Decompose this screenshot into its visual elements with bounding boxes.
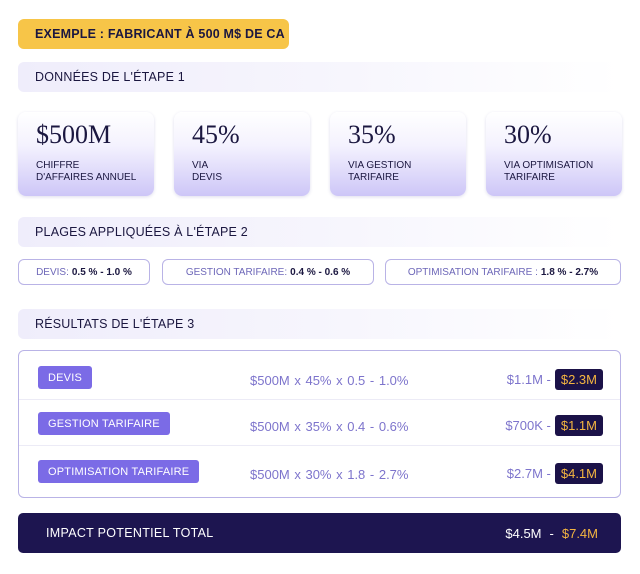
range-pill-devis: DEVIS: 0.5 % - 1.0 % (18, 259, 150, 285)
stat-card-devis: 45% VIA DEVIS (174, 112, 310, 196)
range-value: 1.8 % - 2.7% (540, 266, 599, 278)
total-impact-bar: IMPACT POTENTIEL TOTAL $4.5M - $7.4M (18, 513, 621, 553)
total-label: IMPACT POTENTIEL TOTAL (46, 526, 214, 540)
result-row: GESTION TARIFAIRE $500M x 35% x 0.4 - 0.… (19, 400, 620, 446)
stat-value: 45% (192, 120, 240, 149)
stat-value: $500M (36, 120, 112, 149)
result-high: $1.1M (554, 415, 603, 436)
step2-header: PLAGES APPLIQUÉES À L'ÉTAPE 2 (18, 217, 621, 247)
result-formula: $500M x 35% x 0.4 - 0.6% (250, 419, 409, 434)
result-tag: GESTION TARIFAIRE (38, 412, 170, 435)
example-badge: EXEMPLE : FABRICANT À 500 M$ DE CA (18, 19, 289, 49)
result-tag: DEVIS (38, 366, 93, 389)
total-high: $7.4M (561, 525, 598, 541)
total-dash: - (549, 525, 554, 541)
range-label: GESTION TARIFAIRE: (185, 266, 288, 278)
result-low: $2.7M - (506, 466, 551, 481)
result-formula: $500M x 45% x 0.5 - 1.0% (250, 373, 409, 388)
stat-caption: VIA GESTION TARIFAIRE (348, 160, 412, 183)
result-row: DEVIS $500M x 45% x 0.5 - 1.0% $1.1M - $… (19, 354, 620, 400)
result-row: OPTIMISATION TARIFAIRE $500M x 30% x 1.8… (19, 448, 620, 494)
result-range: $700K - $1.1M (505, 415, 603, 436)
result-range: $1.1M - $2.3M (507, 369, 603, 390)
total-values: $4.5M - $7.4M (505, 526, 598, 541)
stat-value: 35% (348, 120, 396, 149)
step1-header: DONNÉES DE L'ÉTAPE 1 (18, 62, 621, 92)
total-low: $4.5M (505, 525, 542, 541)
range-label: DEVIS: (36, 266, 69, 278)
results-table: DEVIS $500M x 45% x 0.5 - 1.0% $1.1M - $… (18, 350, 621, 498)
stat-caption: VIA OPTIMISATION TARIFAIRE (504, 160, 594, 183)
range-value: 0.5 % - 1.0 % (71, 266, 132, 278)
range-label: OPTIMISATION TARIFAIRE : (407, 266, 538, 278)
stat-value: 30% (504, 120, 552, 149)
range-pill-gestion: GESTION TARIFAIRE: 0.4 % - 0.6 % (162, 259, 374, 285)
result-range: $2.7M - $4.1M (507, 463, 603, 484)
result-low: $1.1M - (506, 372, 551, 387)
stat-card-gestion: 35% VIA GESTION TARIFAIRE (330, 112, 466, 196)
result-high: $4.1M (554, 463, 603, 484)
stat-card-optimisation: 30% VIA OPTIMISATION TARIFAIRE (486, 112, 622, 196)
range-pill-optimisation: OPTIMISATION TARIFAIRE : 1.8 % - 2.7% (385, 259, 621, 285)
stat-card-revenue: $500M CHIFFRE D'AFFAIRES ANNUEL (18, 112, 154, 196)
stat-caption: CHIFFRE D'AFFAIRES ANNUEL (36, 160, 137, 183)
result-tag: OPTIMISATION TARIFAIRE (38, 460, 200, 483)
result-high: $2.3M (554, 369, 603, 390)
result-formula: $500M x 30% x 1.8 - 2.7% (250, 467, 409, 482)
result-low: $700K - (505, 418, 551, 433)
stat-caption: VIA DEVIS (192, 160, 223, 183)
range-value: 0.4 % - 0.6 % (290, 266, 351, 278)
step3-header: RÉSULTATS DE L'ÉTAPE 3 (18, 309, 621, 339)
